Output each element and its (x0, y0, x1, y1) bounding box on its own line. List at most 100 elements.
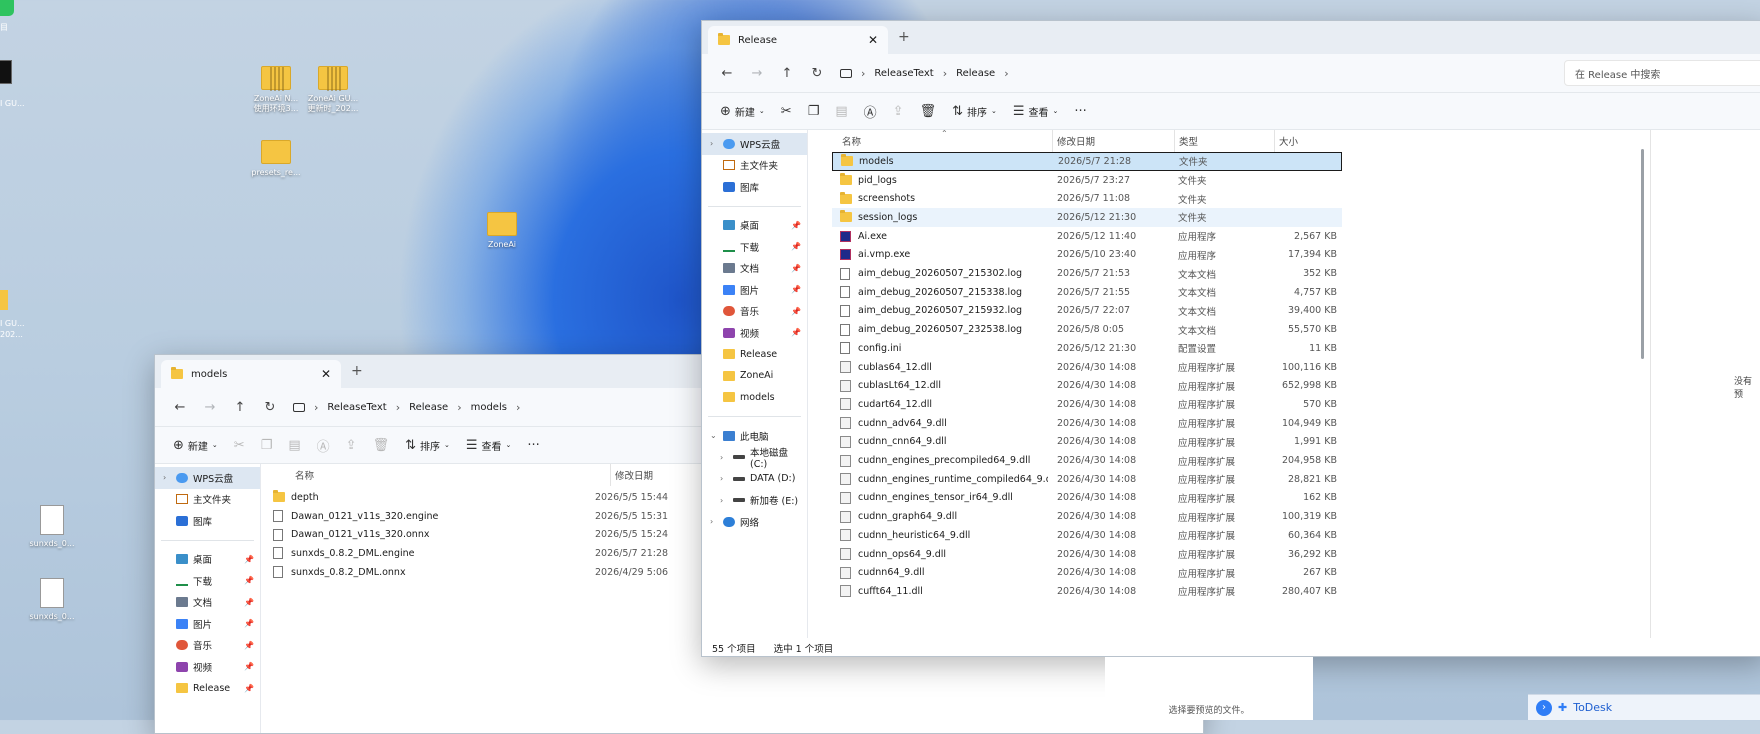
sidebar-item-download[interactable]: 下载 📌 (702, 236, 807, 258)
chevron-right-icon[interactable]: › (710, 139, 713, 148)
delete-button[interactable]: 🗑 (365, 432, 398, 458)
cut-button[interactable]: ✂ (773, 98, 800, 124)
file-row[interactable]: config.ini 2026/5/12 21:30 配置设置 11 KB (832, 339, 1342, 358)
sidebar-item-folder[interactable]: ZoneAi (702, 365, 807, 387)
delete-button[interactable]: 🗑 (912, 98, 945, 124)
sidebar-item-download[interactable]: 下载 📌 (155, 570, 260, 592)
sidebar-item-desktop[interactable]: 桌面 📌 (155, 549, 260, 571)
sidebar-item-gallery[interactable]: 图库 (155, 510, 260, 532)
folder-icon[interactable] (0, 290, 8, 310)
file-row[interactable]: Dawan_0121_v11s_320.engine 2026/5/5 15:31 (265, 507, 745, 526)
sidebar-item-drive[interactable]: › DATA (D:) (702, 468, 807, 490)
column-header-date[interactable]: 修改日期 (1052, 130, 1174, 152)
preview-divider[interactable] (1650, 130, 1651, 638)
sidebar-item-cloud[interactable]: › WPS云盘 (702, 133, 807, 155)
file-row[interactable]: sunxds_0.8.2_DML.onnx 2026/4/29 5:06 (265, 563, 745, 582)
rename-button[interactable]: Ⓐ (856, 98, 885, 124)
copy-button[interactable]: ❐ (253, 432, 281, 458)
view-button[interactable]: ☰ 查看 ⌄ (1005, 98, 1067, 124)
file-row[interactable]: aim_debug_20260507_215932.log 2026/5/7 22… (832, 302, 1342, 321)
collapse-icon[interactable]: › (1536, 699, 1552, 716)
share-button[interactable]: ⇪ (338, 432, 365, 458)
forward-button[interactable]: → (195, 395, 225, 419)
sidebar-item-drive[interactable]: › 本地磁盘 (C:) (702, 447, 807, 470)
sidebar-item-cloud[interactable]: › WPS云盘 (155, 467, 260, 489)
file-row[interactable]: cudnn_ops64_9.dll 2026/4/30 14:08 应用程序扩展 36… (832, 545, 1342, 564)
sort-button[interactable]: ⇅ 排序 ⌄ (944, 98, 1005, 124)
sidebar-item-folder[interactable]: Release (702, 344, 807, 366)
sidebar-item-gallery[interactable]: 图库 (702, 176, 807, 198)
forward-button[interactable]: → (742, 61, 772, 85)
chevron-right-icon[interactable]: › (720, 474, 723, 483)
desktop-icon-zip-2[interactable]: ZoneAi GU... 更新时_202... (298, 66, 368, 114)
more-button[interactable]: ··· (519, 432, 547, 458)
sidebar-item-folder[interactable]: Release 📌 (155, 678, 260, 700)
file-row[interactable]: cublasLt64_12.dll 2026/4/30 14:08 应用程序扩展 65… (832, 376, 1342, 395)
file-row[interactable]: cudnn_heuristic64_9.dll 2026/4/30 14:08 应用… (832, 526, 1342, 545)
file-row[interactable]: cudnn64_9.dll 2026/4/30 14:08 应用程序扩展 267 KB (832, 563, 1342, 582)
rename-button[interactable]: Ⓐ (309, 432, 338, 458)
file-row[interactable]: aim_debug_20260507_215302.log 2026/5/7 21… (832, 264, 1342, 283)
terminal-icon[interactable] (0, 60, 12, 84)
file-row[interactable]: screenshots 2026/5/7 11:08 文件夹 (832, 189, 1342, 208)
up-button[interactable]: ↑ (772, 61, 802, 85)
file-row[interactable]: Dawan_0121_v11s_320.onnx 2026/5/5 15:24 (265, 525, 745, 544)
sidebar-item-drive[interactable]: › 新加卷 (E:) (702, 490, 807, 512)
copy-button[interactable]: ❐ (800, 98, 828, 124)
file-row[interactable]: sunxds_0.8.2_DML.engine 2026/5/7 21:28 (265, 544, 745, 563)
file-row[interactable]: cudnn_engines_runtime_compiled64_9.dll 20… (832, 470, 1342, 489)
sidebar-item-music[interactable]: 音乐 📌 (155, 635, 260, 657)
chevron-down-icon[interactable]: ⌄ (710, 431, 717, 440)
column-header-size[interactable]: 大小 (1274, 130, 1339, 152)
file-row[interactable]: cudnn_adv64_9.dll 2026/4/30 14:08 应用程序扩展 10… (832, 414, 1342, 433)
refresh-button[interactable]: ↻ (802, 61, 832, 85)
chevron-right-icon[interactable]: › (720, 453, 723, 462)
sidebar-item-folder[interactable]: models (702, 387, 807, 409)
back-button[interactable]: ← (165, 395, 195, 419)
breadcrumb-item[interactable]: models (471, 402, 507, 413)
tab-release[interactable]: Release ✕ (708, 26, 888, 54)
file-row[interactable]: ai.vmp.exe 2026/5/10 23:40 应用程序 17,394 KB (832, 246, 1342, 265)
new-button[interactable]: ⊕ 新建 ⌄ (165, 432, 226, 458)
sidebar-item-video[interactable]: 视频 📌 (702, 322, 807, 344)
file-row[interactable]: models 2026/5/7 21:28 文件夹 (832, 152, 1342, 171)
sidebar-item-home[interactable]: 主文件夹 (702, 155, 807, 177)
file-row[interactable]: Ai.exe 2026/5/12 11:40 应用程序 2,567 KB (832, 227, 1342, 246)
file-row[interactable]: aim_debug_20260507_232538.log 2026/5/8 0:… (832, 320, 1342, 339)
up-button[interactable]: ↑ (225, 395, 255, 419)
sidebar-item-doc[interactable]: 文档 📌 (702, 258, 807, 280)
close-icon[interactable]: ✕ (868, 33, 878, 47)
sort-button[interactable]: ⇅ 排序 ⌄ (397, 432, 458, 458)
chevron-right-icon[interactable]: › (163, 473, 166, 482)
file-row[interactable]: cudart64_12.dll 2026/4/30 14:08 应用程序扩展 570 … (832, 395, 1342, 414)
sidebar-item-desktop[interactable]: 桌面 📌 (702, 215, 807, 237)
sidebar-item-picture[interactable]: 图片 📌 (702, 279, 807, 301)
paste-button[interactable]: ▤ (280, 432, 308, 458)
file-row[interactable]: aim_debug_20260507_215338.log 2026/5/7 21… (832, 283, 1342, 302)
file-row[interactable]: pid_logs 2026/5/7 23:27 文件夹 (832, 171, 1342, 190)
tab-models[interactable]: models ✕ (161, 360, 341, 388)
view-button[interactable]: ☰ 查看 ⌄ (458, 432, 520, 458)
breadcrumb-item[interactable]: ReleaseText (874, 68, 933, 79)
share-button[interactable]: ⇪ (885, 98, 912, 124)
sidebar-item-network[interactable]: › 网络 (702, 511, 807, 533)
wechat-icon[interactable] (0, 0, 14, 16)
new-tab-button[interactable]: + (898, 29, 910, 45)
desktop-icon-file-1[interactable]: sunxds_0... (17, 505, 87, 548)
sidebar-item-pc[interactable]: ⌄ 此电脑 (702, 425, 807, 447)
sidebar-item-home[interactable]: 主文件夹 (155, 489, 260, 511)
desktop-icon-presets[interactable]: presets_re... (241, 140, 311, 177)
sidebar-item-video[interactable]: 视频 📌 (155, 656, 260, 678)
desktop-icon-zoneai[interactable]: ZoneAi (467, 212, 537, 249)
desktop-icon-file-2[interactable]: sunxds_0... (17, 578, 87, 621)
file-row[interactable]: cudnn_engines_precompiled64_9.dll 2026/4/… (832, 451, 1342, 470)
column-header-name[interactable]: 名称 (295, 464, 575, 486)
sidebar-item-doc[interactable]: 文档 📌 (155, 592, 260, 614)
breadcrumb-item[interactable]: Release (956, 68, 995, 79)
cut-button[interactable]: ✂ (226, 432, 253, 458)
sidebar-item-music[interactable]: 音乐 📌 (702, 301, 807, 323)
new-tab-button[interactable]: + (351, 363, 363, 379)
file-row[interactable]: cudnn_cnn64_9.dll 2026/4/30 14:08 应用程序扩展 1,… (832, 433, 1342, 452)
new-button[interactable]: ⊕ 新建 ⌄ (712, 98, 773, 124)
refresh-button[interactable]: ↻ (255, 395, 285, 419)
